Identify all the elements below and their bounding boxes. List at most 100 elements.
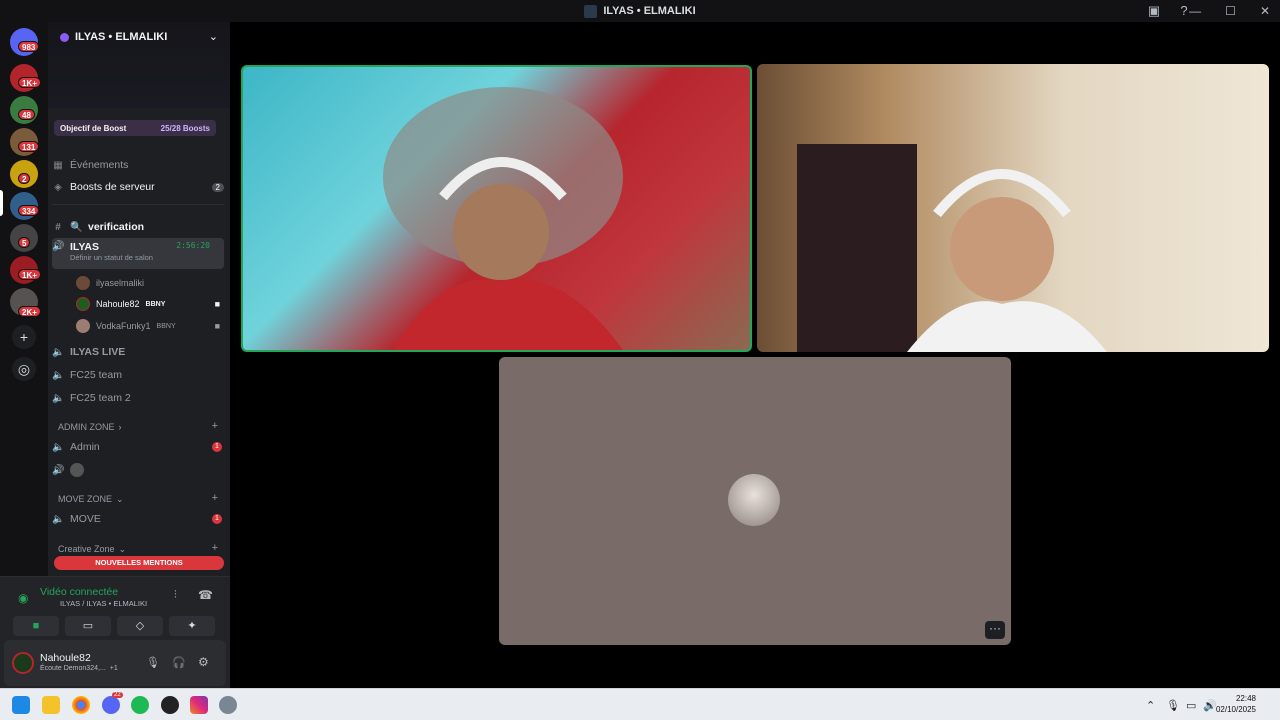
title-bar: ILYAS • ELMALIKI ▣ ? — ☐ ✕ — [0, 0, 1280, 22]
avatar — [76, 297, 90, 311]
avatar — [70, 463, 84, 477]
video-tile-speaking[interactable] — [241, 65, 752, 352]
guild-header[interactable]: ILYAS • ELMALIKI — [60, 31, 167, 43]
noise-suppression-icon[interactable]: ⫶ — [174, 589, 177, 602]
microphone-icon[interactable]: 🎙 — [1166, 699, 1180, 712]
disconnect-icon[interactable]: ☎ — [198, 588, 213, 602]
settings-icon[interactable] — [219, 696, 237, 714]
server-badge: 1K+ — [18, 269, 41, 280]
instagram-icon[interactable] — [190, 696, 208, 714]
call-timer: 2:56:20 — [176, 241, 210, 250]
category-creative-zone[interactable]: Creative Zone ⌄ — [58, 544, 126, 555]
member-tag: BBNY — [156, 322, 176, 330]
boost-goal[interactable]: Objectif de Boost 25/28 Boosts — [54, 120, 216, 136]
display-icon[interactable]: ▭ — [1186, 699, 1196, 712]
user-activity: Écoute Demon324,... +1 — [40, 665, 118, 672]
voice-channel-occupied[interactable]: 🔊 — [52, 462, 224, 478]
activities-button[interactable]: ◇ — [117, 616, 163, 636]
voice-member[interactable]: ilyaselmaliki — [76, 276, 220, 290]
soundboard-button[interactable]: ✦ — [169, 616, 215, 636]
speaker-icon: 🔈 — [52, 392, 65, 404]
discord-badge: 22 — [112, 692, 123, 698]
add-channel-icon[interactable]: + — [212, 420, 218, 432]
speaker-icon: 🔊 — [52, 241, 65, 252]
participant-video — [383, 87, 623, 350]
search-icon: 🔍 — [70, 221, 83, 233]
set-status-link[interactable]: Définir un statut de salon — [70, 253, 210, 262]
add-channel-icon[interactable]: + — [212, 542, 218, 554]
microphone-icon[interactable]: 🎙 — [146, 656, 160, 669]
category-admin-zone[interactable]: ADMIN ZONE › — [58, 422, 122, 432]
server-icon — [584, 4, 598, 18]
channel-verification[interactable]: # 🔍 verification — [52, 220, 224, 234]
divider — [52, 204, 224, 205]
unread-badge: 1 — [212, 442, 222, 452]
add-server-icon[interactable]: + — [12, 325, 36, 349]
voice-channel-fc25[interactable]: 🔈 FC25 team — [52, 368, 224, 382]
add-channel-icon[interactable]: + — [212, 492, 218, 504]
user-panel: Nahoule82 Écoute Demon324,... +1 🎙 🎧 ⚙ — [4, 640, 226, 686]
voice-channel-ilyas-live[interactable]: 🔈 ILYAS LIVE — [52, 345, 224, 359]
boost-icon: ◈ — [54, 181, 62, 193]
username: Nahoule82 — [40, 652, 91, 664]
avatar — [76, 319, 90, 333]
file-explorer-icon[interactable] — [42, 696, 60, 714]
minimize-button[interactable]: — — [1189, 4, 1201, 18]
server-boosts-item[interactable]: ◈ Boosts de serveur 2 — [52, 180, 224, 194]
video-tile[interactable] — [757, 64, 1269, 352]
chrome-icon[interactable] — [72, 696, 90, 714]
server-badge: 48 — [18, 109, 35, 120]
server-badge: 1K+ — [18, 77, 41, 88]
avatar — [728, 474, 780, 526]
voice-location[interactable]: ILYAS / ILYAS • ELMALIKI — [60, 599, 147, 608]
close-button[interactable]: ✕ — [1260, 4, 1270, 18]
unread-badge: 1 — [212, 514, 222, 524]
voice-channel-admin[interactable]: 🔈 Admin 1 — [52, 440, 224, 454]
member-tag: BBNY — [145, 300, 166, 308]
participant-video — [797, 144, 1107, 352]
chevron-up-icon[interactable]: ⌃ — [1146, 699, 1155, 712]
avatar[interactable] — [12, 652, 34, 674]
more-options-icon[interactable]: ··· — [985, 621, 1005, 639]
maximize-button[interactable]: ☐ — [1225, 4, 1236, 18]
speaker-icon: 🔈 — [52, 513, 65, 525]
settings-gear-icon[interactable]: ⚙ — [198, 655, 209, 669]
events-item[interactable]: ▦ Événements — [52, 158, 224, 172]
camera-icon: ■ — [214, 321, 220, 331]
calendar-icon: ▦ — [53, 159, 63, 171]
hashtag-icon: # — [55, 221, 61, 233]
discord-icon[interactable] — [102, 696, 120, 714]
category-move-zone[interactable]: MOVE ZONE ⌄ — [58, 494, 124, 505]
voice-channel-fc25-2[interactable]: 🔈 FC25 team 2 — [52, 391, 224, 405]
signal-icon: ◉ — [18, 591, 29, 605]
server-badge: 131 — [18, 141, 40, 152]
headphones-icon[interactable]: 🎧 — [172, 656, 186, 669]
voice-member[interactable]: VodkaFunky1 BBNY ■ — [76, 319, 220, 333]
server-badge: 2K+ — [18, 306, 41, 317]
video-tile-no-camera[interactable]: ··· — [499, 357, 1011, 645]
camera-button[interactable]: ■ — [13, 616, 59, 636]
windows-start-icon[interactable] — [12, 696, 30, 714]
explore-icon[interactable]: ◎ — [12, 357, 36, 381]
camera-icon: ■ — [214, 299, 220, 309]
speaker-icon: 🔈 — [52, 369, 65, 381]
avatar — [76, 276, 90, 290]
guild-icon — [60, 32, 69, 42]
server-badge: 334 — [18, 205, 40, 216]
volume-icon[interactable]: 🔊 — [1203, 699, 1217, 712]
inbox-icon[interactable]: ▣ — [1146, 3, 1162, 19]
video-stage: ··· — [230, 22, 1280, 688]
voice-status: Vidéo connectée — [40, 586, 119, 598]
clock[interactable]: 22:48 02/10/2025 — [1216, 693, 1256, 715]
voice-channel-ilyas[interactable]: 🔊 ILYAS 2:56:20 Définir un statut de salo… — [52, 238, 224, 269]
app-icon[interactable] — [161, 696, 179, 714]
spotify-icon[interactable] — [131, 696, 149, 714]
voice-member[interactable]: Nahoule82 BBNY ■ — [76, 297, 220, 311]
chevron-down-icon[interactable]: ⌄ — [209, 30, 218, 43]
screen-share-button[interactable]: ▭ — [65, 616, 111, 636]
speaker-icon: 🔊 — [52, 464, 65, 476]
windows-taskbar: 22 ⌃ 🎙 ▭ 🔊 22:48 02/10/2025 — [0, 688, 1280, 720]
voice-channel-move[interactable]: 🔈 MOVE 1 — [52, 512, 224, 526]
selected-indicator — [0, 190, 3, 216]
new-mentions-banner[interactable]: NOUVELLES MENTIONS — [54, 556, 224, 570]
